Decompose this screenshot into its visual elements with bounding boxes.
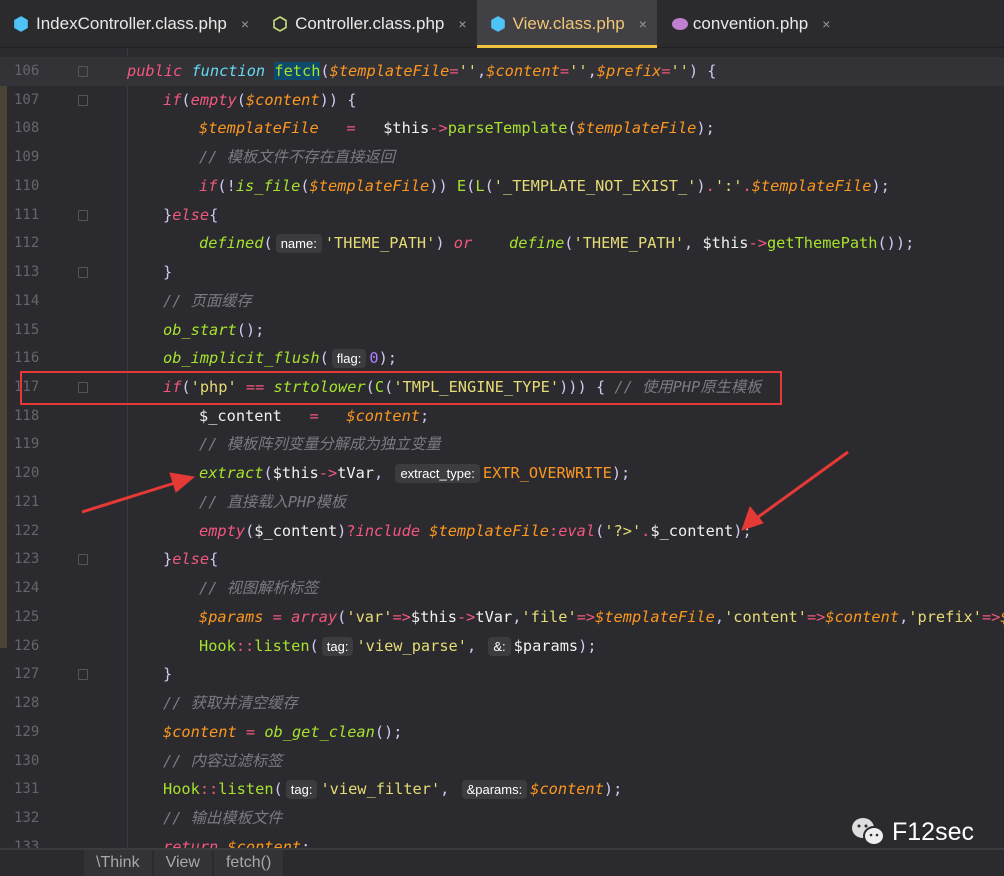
breadcrumb: \Think View fetch(): [0, 848, 1004, 876]
breadcrumb-item[interactable]: View: [153, 850, 212, 876]
arrow-right: [741, 450, 849, 531]
wechat-icon: [852, 818, 885, 846]
watermark-text: F12sec: [892, 817, 974, 846]
annotation-arrows: [81, 450, 849, 531]
watermark: F12sec: [850, 816, 974, 848]
breadcrumb-item[interactable]: fetch(): [213, 850, 284, 876]
breadcrumb-item[interactable]: \Think: [84, 850, 152, 876]
arrow-left: [81, 472, 196, 514]
